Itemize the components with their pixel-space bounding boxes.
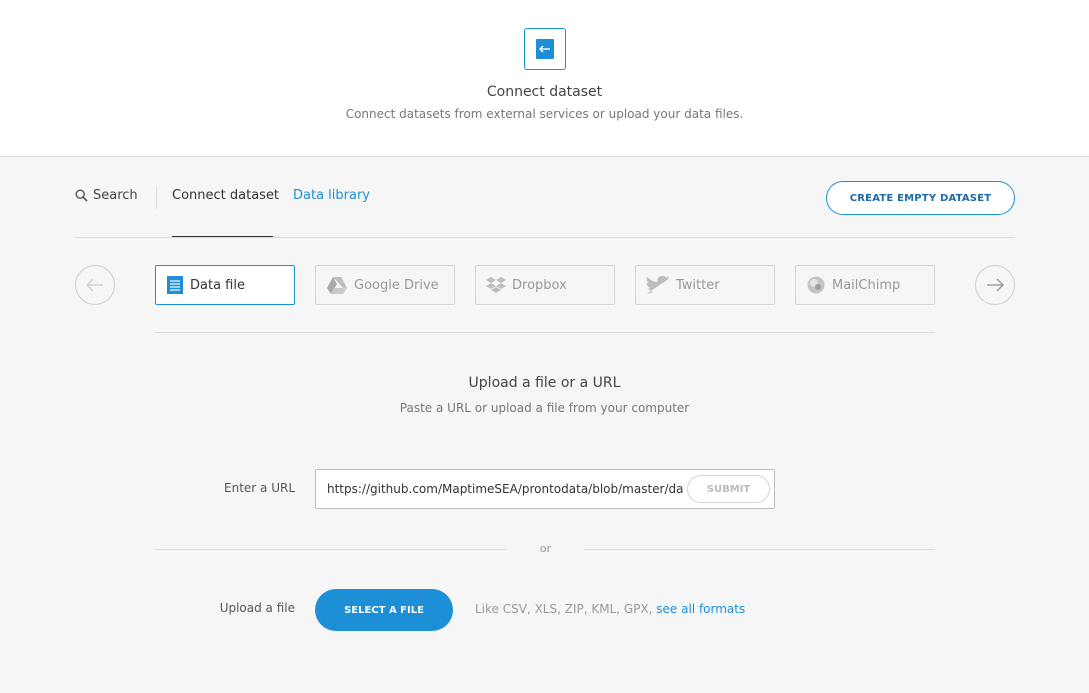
source-mailchimp[interactable]: MailChimp — [795, 265, 935, 305]
url-field-container: https://github.com/MaptimeSEA/prontodata… — [315, 469, 775, 509]
previous-sources-button[interactable] — [75, 265, 115, 305]
google-drive-icon — [327, 277, 347, 294]
dropbox-icon — [486, 277, 506, 293]
page-title: Connect dataset — [486, 84, 603, 100]
page-subtitle: Connect datasets from external services … — [345, 107, 744, 121]
data-file-icon — [167, 276, 183, 294]
formats-text: Like CSV, XLS, ZIP, KML, GPX, — [475, 602, 657, 616]
or-divider-right — [584, 549, 935, 550]
see-all-formats-link[interactable]: see all formats — [656, 602, 745, 616]
or-divider-left — [155, 549, 507, 550]
tab-search-label: Search — [93, 188, 138, 203]
source-label: Twitter — [676, 277, 720, 293]
url-label: Enter a URL — [224, 481, 295, 495]
twitter-icon — [646, 275, 670, 294]
tab-divider — [156, 187, 157, 209]
or-label: or — [539, 542, 552, 555]
source-label: Data file — [190, 277, 245, 293]
source-dropbox[interactable]: Dropbox — [475, 265, 615, 305]
page-header: Connect dataset Connect datasets from ex… — [0, 0, 1089, 157]
tab-connect-dataset[interactable]: Connect dataset — [172, 188, 279, 203]
next-sources-button[interactable] — [975, 265, 1015, 305]
mailchimp-icon — [807, 276, 825, 294]
source-twitter[interactable]: Twitter — [635, 265, 775, 305]
submit-button[interactable]: SUBMIT — [687, 475, 770, 503]
select-file-button[interactable]: SELECT A FILE — [315, 589, 453, 631]
connect-dataset-icon — [524, 28, 566, 70]
tabs-divider — [75, 237, 1015, 238]
formats-hint: Like CSV, XLS, ZIP, KML, GPX, see all fo… — [475, 602, 745, 616]
source-label: Google Drive — [354, 277, 439, 293]
arrow-right-icon — [987, 278, 1004, 292]
tab-data-library[interactable]: Data library — [293, 188, 370, 203]
source-google-drive[interactable]: Google Drive — [315, 265, 455, 305]
upload-title: Upload a file or a URL — [468, 375, 621, 391]
source-label: Dropbox — [512, 277, 567, 293]
source-data-file[interactable]: Data file — [155, 265, 295, 305]
search-icon — [75, 189, 88, 202]
sources-divider — [155, 332, 935, 333]
url-input[interactable]: https://github.com/MaptimeSEA/prontodata… — [327, 470, 683, 508]
source-label: MailChimp — [832, 277, 901, 293]
create-empty-dataset-button[interactable]: CREATE EMPTY DATASET — [826, 181, 1015, 215]
upload-file-label: Upload a file — [219, 601, 295, 615]
tab-search[interactable]: Search — [75, 188, 138, 203]
upload-subtitle: Paste a URL or upload a file from your c… — [399, 401, 690, 415]
tab-bar: Search Connect dataset Data library CREA… — [75, 180, 1015, 238]
arrow-left-icon — [86, 278, 103, 292]
